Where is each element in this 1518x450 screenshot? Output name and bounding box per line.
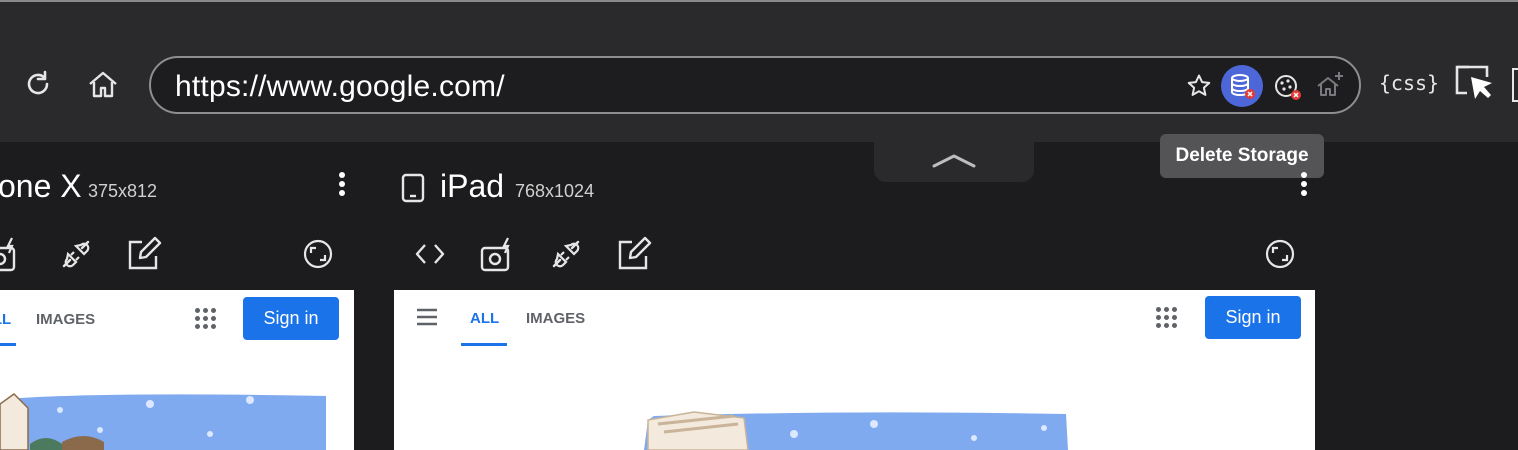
url-text[interactable]: https://www.google.com/ [175,70,505,104]
edit-icon[interactable] [126,236,162,272]
delete-storage-icon[interactable] [1221,65,1263,107]
device-title: iPad [440,168,505,204]
delete-cookies-icon[interactable] [1271,70,1305,104]
disconnect-icon[interactable] [548,236,584,272]
menu-icon[interactable] [414,306,440,328]
apps-grid-icon[interactable] [195,308,216,329]
tablet-icon [400,172,426,204]
overflow-icon[interactable] [1512,68,1518,102]
rotate-icon[interactable] [300,236,336,272]
collapse-toolbar-handle[interactable] [874,138,1034,182]
sign-in-button[interactable]: Sign in [1205,296,1301,339]
doodle-image [644,411,1068,450]
tab-all[interactable]: ALL [470,310,499,327]
more-options-icon[interactable] [338,172,346,199]
browser-toolbar: https://www.google.com/ {css} [0,2,1518,142]
rotate-icon[interactable] [1262,236,1298,272]
css-button[interactable]: {css} [1379,68,1439,98]
more-options-icon[interactable] [1300,172,1308,199]
active-tab-indicator [461,343,507,346]
set-homepage-icon[interactable] [1313,68,1347,102]
device-resolution: 375x812 [88,181,158,201]
address-bar[interactable]: https://www.google.com/ [149,56,1361,114]
device-title: one X [0,168,82,204]
edit-icon[interactable] [616,236,652,272]
chevron-up-icon [932,154,976,168]
device-viewport-ipad[interactable]: ALL IMAGES Sign in [394,290,1315,450]
tab-all[interactable]: ALL [0,311,11,328]
bookmark-star-icon[interactable] [1185,72,1213,100]
apps-grid-icon[interactable] [1156,307,1177,328]
sign-in-button[interactable]: Sign in [243,297,339,340]
active-tab-indicator [0,343,16,346]
screenshot-icon[interactable] [0,236,22,272]
screenshot-icon[interactable] [478,236,516,274]
device-viewport-iphone[interactable]: ALL IMAGES Sign in [0,290,354,450]
code-icon[interactable] [412,236,448,272]
inspect-element-icon[interactable] [1452,62,1494,104]
reload-icon[interactable] [20,66,56,102]
tab-images[interactable]: IMAGES [36,311,95,328]
device-resolution: 768x1024 [515,181,595,201]
home-icon[interactable] [84,66,122,104]
disconnect-icon[interactable] [58,236,94,272]
tab-images[interactable]: IMAGES [526,310,585,327]
doodle-image [0,393,326,450]
